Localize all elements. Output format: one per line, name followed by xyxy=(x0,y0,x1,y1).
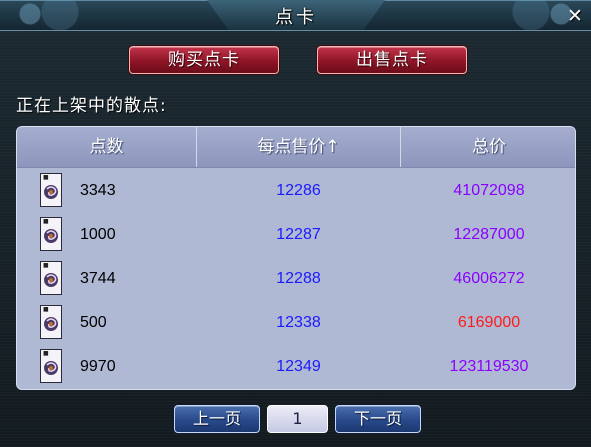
card-icon: ■ xyxy=(40,261,62,295)
total-cell: 123119530 xyxy=(449,358,529,375)
points-cell: 9970 xyxy=(80,358,116,375)
unit-price-cell: 12287 xyxy=(276,226,321,243)
points-cell: 3343 xyxy=(80,182,116,199)
table-row[interactable]: ■ 500 12338 6169000 xyxy=(17,301,575,345)
column-header-total[interactable]: 总价 xyxy=(401,127,575,167)
table-row[interactable]: ■ 1000 12287 12287000 xyxy=(17,213,575,257)
point-card-window: 点卡 ✕ 购买点卡 出售点卡 正在上架中的散点: 点数 每点售价↑ 总价 ■ 3… xyxy=(0,0,591,447)
unit-price-cell: 12349 xyxy=(276,358,321,375)
table-row[interactable]: ■ 3744 12288 46006272 xyxy=(17,257,575,301)
listed-points-label: 正在上架中的散点: xyxy=(16,96,167,116)
points-cell: 1000 xyxy=(80,226,116,243)
prev-page-button[interactable]: 上一页 xyxy=(174,405,260,433)
points-cell: 500 xyxy=(80,314,107,331)
table-header: 点数 每点售价↑ 总价 xyxy=(17,127,575,168)
window-title: 点卡 xyxy=(275,7,317,28)
total-cell: 46006272 xyxy=(453,270,525,287)
unit-price-cell: 12286 xyxy=(276,182,321,199)
close-button[interactable]: ✕ xyxy=(565,6,585,26)
column-header-unit-price[interactable]: 每点售价↑ xyxy=(197,127,401,167)
table-row[interactable]: ■ 3343 12286 41072098 xyxy=(17,169,575,213)
total-cell: 12287000 xyxy=(453,226,525,243)
total-cell: 41072098 xyxy=(453,182,525,199)
card-icon: ■ xyxy=(40,349,62,383)
unit-price-cell: 12338 xyxy=(276,314,321,331)
total-cell: 6169000 xyxy=(457,314,521,331)
buy-point-card-button[interactable]: 购买点卡 xyxy=(129,46,279,74)
points-cell: 3744 xyxy=(80,270,116,287)
table-row[interactable]: ■ 9970 12349 123119530 xyxy=(17,345,575,389)
sell-point-card-button[interactable]: 出售点卡 xyxy=(317,46,467,74)
card-icon: ■ xyxy=(40,217,62,251)
close-icon: ✕ xyxy=(567,5,583,27)
current-page-indicator[interactable]: 1 xyxy=(267,405,328,433)
listings-table: 点数 每点售价↑ 总价 ■ 3343 12286 41072098 ■ 1000… xyxy=(16,126,576,390)
next-page-button[interactable]: 下一页 xyxy=(335,405,421,433)
unit-price-cell: 12288 xyxy=(276,270,321,287)
column-header-points[interactable]: 点数 xyxy=(17,127,197,167)
card-icon: ■ xyxy=(40,305,62,339)
card-icon: ■ xyxy=(40,173,62,207)
